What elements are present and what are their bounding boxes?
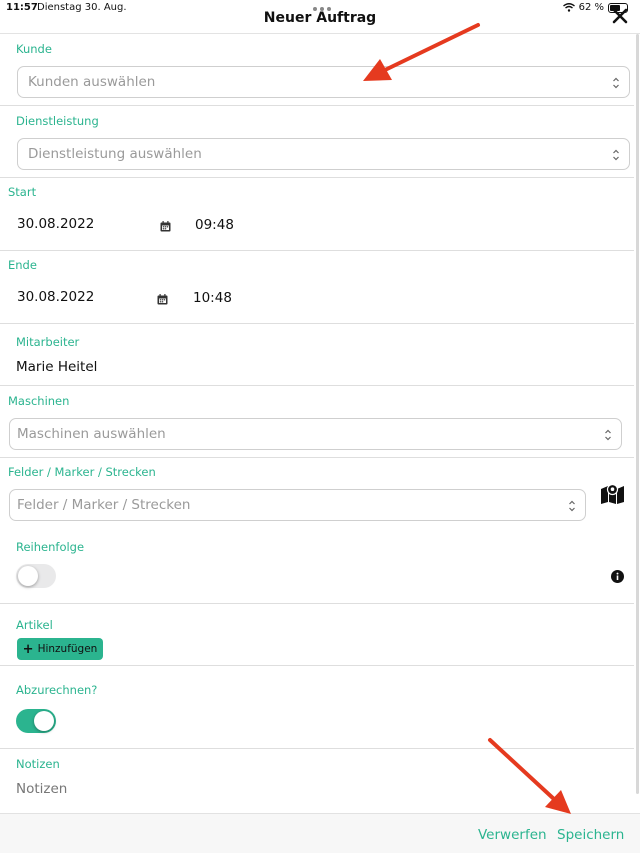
reihenfolge-label: Reihenfolge (16, 540, 85, 554)
felder-select[interactable]: Felder / Marker / Strecken (9, 489, 586, 521)
plus-icon: + (22, 641, 34, 657)
ende-label: Ende (8, 258, 37, 272)
page-title: Neuer Auftrag (263, 10, 377, 26)
toggle-knob (34, 711, 54, 731)
toggle-knob (18, 566, 38, 586)
map-icon[interactable] (601, 484, 624, 504)
dienstleistung-placeholder: Dienstleistung auswählen (28, 146, 202, 162)
footer-bar: Verwerfen Speichern (0, 813, 640, 853)
chevron-updown-icon (613, 77, 619, 89)
mitarbeiter-value[interactable]: Marie Heitel (16, 359, 97, 375)
header: Neuer Auftrag (0, 0, 640, 34)
calendar-icon[interactable] (157, 294, 168, 305)
start-time[interactable]: 09:48 (195, 217, 234, 233)
maschinen-label: Maschinen (8, 394, 70, 408)
mitarbeiter-label: Mitarbeiter (16, 335, 80, 349)
artikel-label: Artikel (16, 618, 53, 632)
notizen-label: Notizen (16, 757, 60, 771)
start-label: Start (8, 185, 37, 199)
maschinen-placeholder: Maschinen auswählen (17, 426, 166, 442)
divider (0, 105, 634, 106)
divider (0, 250, 634, 251)
chevron-updown-icon (569, 500, 575, 512)
notizen-input[interactable]: Notizen (16, 781, 67, 797)
add-artikel-label: Hinzufügen (37, 643, 98, 655)
abzurechnen-toggle[interactable] (16, 709, 56, 733)
dienstleistung-label: Dienstleistung (16, 114, 99, 128)
save-button[interactable]: Speichern (557, 827, 624, 843)
info-icon[interactable] (611, 570, 624, 583)
divider (0, 177, 634, 178)
kunde-placeholder: Kunden auswählen (28, 74, 156, 90)
arrow-to-save-icon (488, 738, 571, 814)
dienstleistung-select[interactable]: Dienstleistung auswählen (17, 138, 630, 170)
ende-time[interactable]: 10:48 (193, 290, 232, 306)
abzurechnen-label: Abzurechnen? (16, 683, 98, 697)
reihenfolge-toggle[interactable] (16, 564, 56, 588)
divider (0, 665, 634, 666)
chevron-updown-icon (605, 429, 611, 441)
close-icon[interactable] (612, 8, 628, 24)
start-date[interactable]: 30.08.2022 (17, 216, 94, 232)
scrollbar[interactable] (636, 34, 639, 794)
chevron-updown-icon (613, 149, 619, 161)
felder-placeholder: Felder / Marker / Strecken (17, 497, 191, 513)
maschinen-select[interactable]: Maschinen auswählen (9, 418, 622, 450)
divider (0, 385, 634, 386)
divider (0, 457, 634, 458)
calendar-icon[interactable] (160, 221, 171, 232)
discard-button[interactable]: Verwerfen (478, 827, 547, 843)
divider (0, 748, 634, 749)
add-artikel-button[interactable]: + Hinzufügen (17, 638, 103, 660)
divider (0, 603, 634, 604)
divider (0, 323, 634, 324)
ende-date[interactable]: 30.08.2022 (17, 289, 94, 305)
kunde-label: Kunde (16, 42, 52, 56)
felder-label: Felder / Marker / Strecken (8, 465, 156, 479)
kunde-select[interactable]: Kunden auswählen (17, 66, 630, 98)
